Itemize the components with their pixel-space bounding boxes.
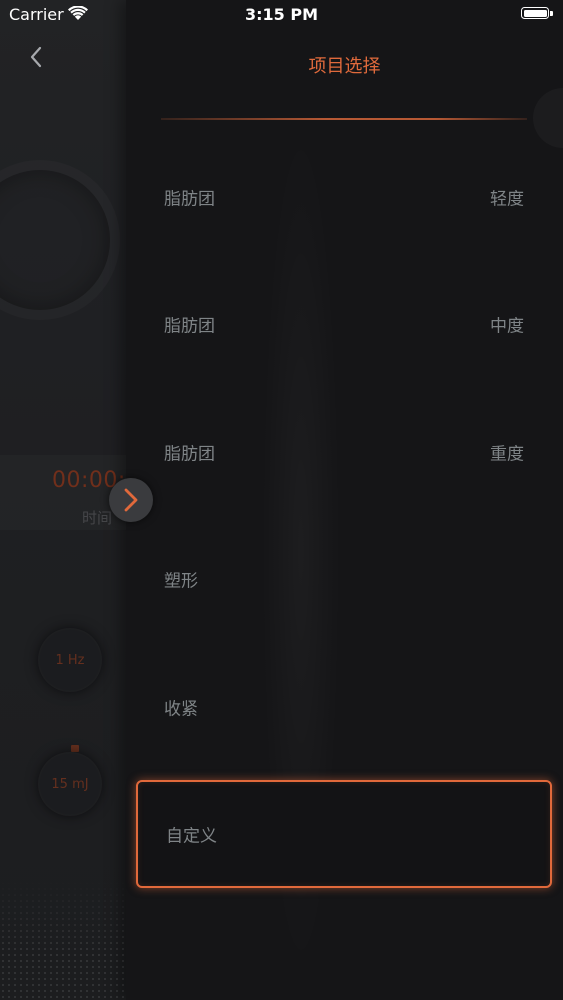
chevron-left-icon	[30, 46, 42, 68]
drawer-toggle-button[interactable]	[109, 478, 153, 522]
option-cellulite-severe[interactable]: 脂肪团 重度	[136, 398, 552, 506]
decorative-ring	[533, 88, 563, 148]
drawer-title: 项目选择	[308, 56, 381, 77]
option-cellulite-moderate[interactable]: 脂肪团 中度	[136, 270, 552, 378]
background-shade	[0, 0, 126, 1000]
option-level: 重度	[490, 444, 524, 465]
battery-level	[523, 9, 547, 17]
status-bar: Carrier 3:15 PM	[0, 0, 563, 30]
battery-nub	[550, 10, 553, 16]
battery-full-icon	[521, 7, 553, 19]
screen: 00:00:0 时间 1 Hz 15 mJ Carrier 3:15 PM 项目…	[0, 0, 563, 1000]
option-level: 轻度	[490, 189, 524, 210]
chevron-right-icon	[124, 488, 138, 512]
option-name: 收紧	[164, 699, 198, 720]
option-name: 脂肪团	[164, 316, 215, 337]
option-cellulite-mild[interactable]: 脂肪团 轻度	[136, 143, 552, 251]
option-name: 脂肪团	[164, 444, 215, 465]
option-name: 自定义	[166, 826, 217, 847]
option-name: 塑形	[164, 571, 198, 592]
title-divider	[161, 118, 527, 120]
option-body-shaping[interactable]: 塑形	[136, 525, 552, 633]
clock: 3:15 PM	[244, 5, 318, 24]
background-app: 00:00:0 时间 1 Hz 15 mJ	[0, 0, 140, 1000]
back-button[interactable]	[20, 40, 52, 74]
option-custom[interactable]: 自定义	[136, 780, 552, 888]
option-name: 脂肪团	[164, 189, 215, 210]
option-firming[interactable]: 收紧	[136, 653, 552, 761]
option-level: 中度	[490, 316, 524, 337]
